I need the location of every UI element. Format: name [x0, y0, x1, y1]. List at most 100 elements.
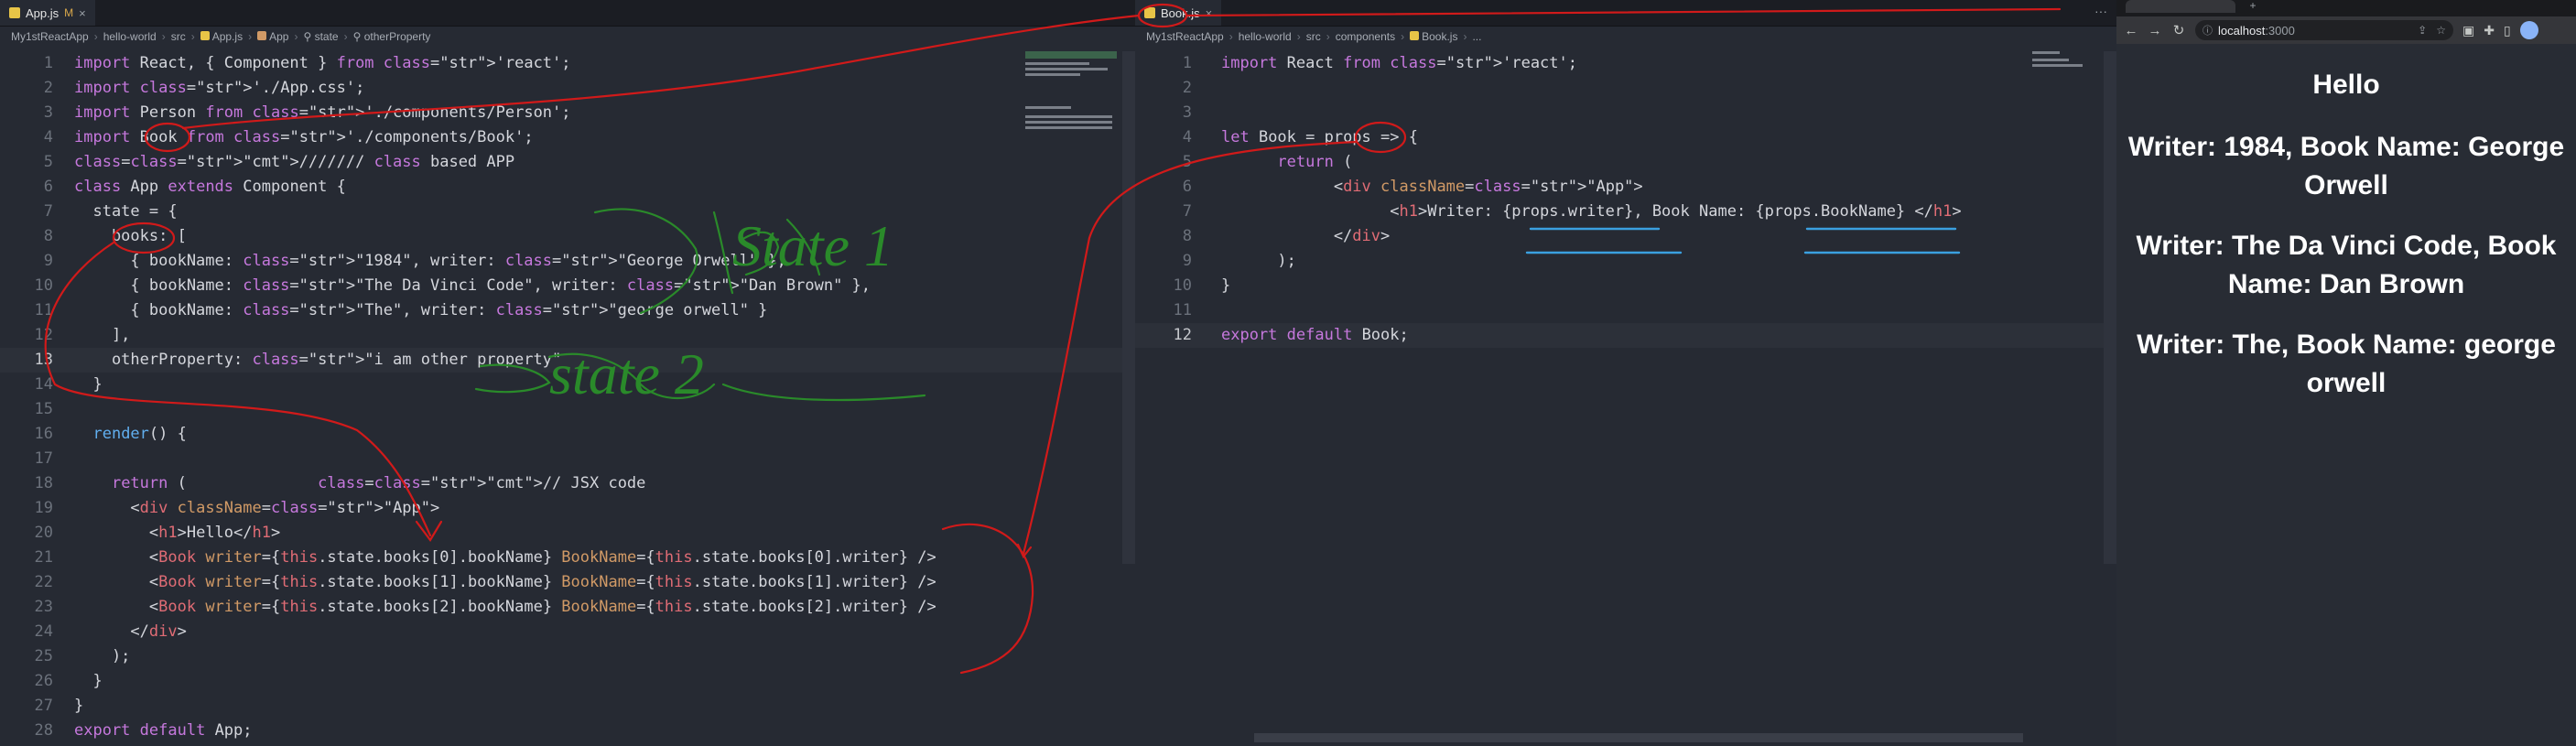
code-line[interactable]: 3	[1135, 101, 2116, 125]
horizontal-scrollbar[interactable]	[1254, 733, 2023, 742]
code-line[interactable]: 6 class App extends Component {	[0, 175, 1135, 200]
code-text[interactable]: }	[1221, 274, 1230, 298]
code-line[interactable]: 5 class=class="str">"cmt">/////// class b…	[0, 150, 1135, 175]
breadcrumb-item[interactable]: hello-world	[103, 30, 157, 43]
code-line[interactable]: 10 { bookName: class="str">"The Da Vinci…	[0, 274, 1135, 298]
code-line[interactable]: 11	[1135, 298, 2116, 323]
code-line[interactable]: 11 { bookName: class="str">"The", writer…	[0, 298, 1135, 323]
back-icon[interactable]: ←	[2124, 23, 2138, 38]
code-line[interactable]: 2	[1135, 76, 2116, 101]
code-line[interactable]: 12 export default Book;	[1135, 323, 2116, 348]
code-line[interactable]: 7 state = {	[0, 200, 1135, 224]
code-text[interactable]: return ( class=class="str">"cmt">// JSX …	[74, 471, 645, 496]
code-line[interactable]: 9 );	[1135, 249, 2116, 274]
extensions-icon[interactable]: ✚	[2484, 23, 2495, 38]
code-line[interactable]: 27}	[0, 694, 1135, 719]
breadcrumb-item[interactable]: hello-world	[1239, 30, 1292, 43]
avatar[interactable]	[2519, 21, 2538, 39]
site-info-icon[interactable]: ⓘ	[2203, 23, 2213, 38]
code-text[interactable]: <div className=class="str">"App">	[1221, 175, 1643, 200]
code-line[interactable]: 28 export default App;	[0, 719, 1135, 743]
code-text[interactable]: export default App;	[74, 719, 253, 743]
vertical-scrollbar[interactable]	[2104, 51, 2116, 564]
code-line[interactable]: 5 return (	[1135, 150, 2116, 175]
code-text[interactable]: import class="str">'./App.css';	[74, 76, 364, 101]
code-line[interactable]: 9 { bookName: class="str">"1984", writer…	[0, 249, 1135, 274]
code-line[interactable]: 7 <h1>Writer: {props.writer}, Book Name:…	[1135, 200, 2116, 224]
breadcrumb-item[interactable]: ⚲ otherProperty	[353, 30, 431, 43]
code-text[interactable]: let Book = props => {	[1221, 125, 1418, 150]
code-text[interactable]: { bookName: class="str">"The", writer: c…	[74, 298, 767, 323]
code-text[interactable]: import Book from class="str">'./componen…	[74, 125, 534, 150]
code-text[interactable]: { bookName: class="str">"The Da Vinci Co…	[74, 274, 871, 298]
breadcrumb-item[interactable]: App	[257, 30, 288, 43]
code-line[interactable]: 1 import React, { Component } from class=…	[0, 51, 1135, 76]
code-text[interactable]: otherProperty: class="str">"i am other p…	[74, 348, 561, 373]
browser-tab[interactable]	[2126, 0, 2235, 13]
code-text[interactable]: </div>	[1221, 224, 1390, 249]
code-text[interactable]: render() {	[74, 422, 186, 447]
code-line[interactable]: 6 <div className=class="str">"App">	[1135, 175, 2116, 200]
code-line[interactable]: 25 );	[0, 644, 1135, 669]
app-js-editor[interactable]: App.js M × My1stReactApp › hello-world › s…	[0, 0, 1135, 746]
code-line[interactable]: 22 <Book writer={this.state.books[1].boo…	[0, 570, 1135, 595]
code-text[interactable]: <Book writer={this.state.books[1].bookNa…	[74, 570, 936, 595]
code-text[interactable]: ],	[74, 323, 130, 348]
code-line[interactable]: 18 return ( class=class="str">"cmt">// J…	[0, 471, 1135, 496]
address-bar[interactable]: ⓘ localhost:3000 ⇪ ☆	[2195, 20, 2453, 40]
code-text[interactable]: class App extends Component {	[74, 175, 346, 200]
share-icon[interactable]: ⇪	[2418, 24, 2427, 37]
code-text[interactable]: import React, { Component } from class="…	[74, 51, 571, 76]
code-line[interactable]: 8 </div>	[1135, 224, 2116, 249]
breadcrumb-item[interactable]: components	[1336, 30, 1395, 43]
breadcrumb-item[interactable]: Book.js	[1410, 30, 1457, 43]
tab-app-js[interactable]: App.js M ×	[0, 0, 95, 26]
code-line[interactable]: 13 otherProperty: class="str">"i am othe…	[0, 348, 1135, 373]
code-text[interactable]: <h1>Hello</h1>	[74, 521, 280, 546]
code-line[interactable]: 3 import Person from class="str">'./compo…	[0, 101, 1135, 125]
vertical-scrollbar[interactable]	[1122, 51, 1135, 564]
code-line[interactable]: 4 import Book from class="str">'./compone…	[0, 125, 1135, 150]
breadcrumb-item[interactable]: My1stReactApp	[11, 30, 89, 43]
code-text[interactable]: );	[1221, 249, 1295, 274]
code-line[interactable]: 15	[0, 397, 1135, 422]
breadcrumb-item[interactable]: My1stReactApp	[1146, 30, 1224, 43]
browser-window[interactable]: + ← → ↻ ⓘ localhost:3000 ⇪ ☆ ▣ ✚ ▯ Hello…	[2116, 0, 2576, 746]
code-line[interactable]: 21 <Book writer={this.state.books[0].boo…	[0, 546, 1135, 570]
breadcrumb-item[interactable]: ...	[1472, 30, 1481, 43]
code-line[interactable]: 4 let Book = props => {	[1135, 125, 2116, 150]
code-line[interactable]: 26 }	[0, 669, 1135, 694]
code-text[interactable]: }	[74, 694, 83, 719]
code-line[interactable]: 2 import class="str">'./App.css';	[0, 76, 1135, 101]
code-line[interactable]: 17	[0, 447, 1135, 471]
tab-book-js[interactable]: Book.js ×	[1135, 0, 1222, 26]
code-line[interactable]: 8 books: [	[0, 224, 1135, 249]
tab-search-icon[interactable]: ▣	[2462, 23, 2474, 38]
breadcrumb-item[interactable]: App.js	[200, 30, 243, 43]
breadcrumb-item[interactable]: ⚲ state	[303, 30, 338, 43]
code-text[interactable]: return (	[1221, 150, 1352, 175]
code-line[interactable]: 23 <Book writer={this.state.books[2].boo…	[0, 595, 1135, 620]
code-text[interactable]: </div>	[74, 620, 186, 644]
code-text[interactable]: }	[74, 373, 102, 397]
code-line[interactable]: 10}	[1135, 274, 2116, 298]
code-line[interactable]: 24 </div>	[0, 620, 1135, 644]
code-line[interactable]: 14 }	[0, 373, 1135, 397]
breadcrumb-item[interactable]: src	[171, 30, 186, 43]
forward-icon[interactable]: →	[2148, 23, 2162, 38]
code-text[interactable]: }	[74, 669, 102, 694]
code-text[interactable]: <Book writer={this.state.books[2].bookNa…	[74, 595, 936, 620]
reload-icon[interactable]: ↻	[2171, 22, 2186, 38]
new-tab-button[interactable]: +	[2245, 0, 2261, 13]
code-text[interactable]: state = {	[74, 200, 177, 224]
close-tab-icon[interactable]: ×	[79, 6, 86, 20]
code-text[interactable]: export default Book;	[1221, 323, 1409, 348]
code-line[interactable]: 16 render() {	[0, 422, 1135, 447]
code-text[interactable]: <div className=class="str">"App">	[74, 496, 439, 521]
code-text[interactable]: );	[74, 644, 130, 669]
breadcrumb-item[interactable]: src	[1306, 30, 1321, 43]
code-line[interactable]: 19 <div className=class="str">"App">	[0, 496, 1135, 521]
code-line[interactable]: 1 import React from class="str">'react';	[1135, 51, 2116, 76]
code-text[interactable]: import Person from class="str">'./compon…	[74, 101, 571, 125]
more-actions-icon[interactable]: ···	[2094, 4, 2107, 18]
